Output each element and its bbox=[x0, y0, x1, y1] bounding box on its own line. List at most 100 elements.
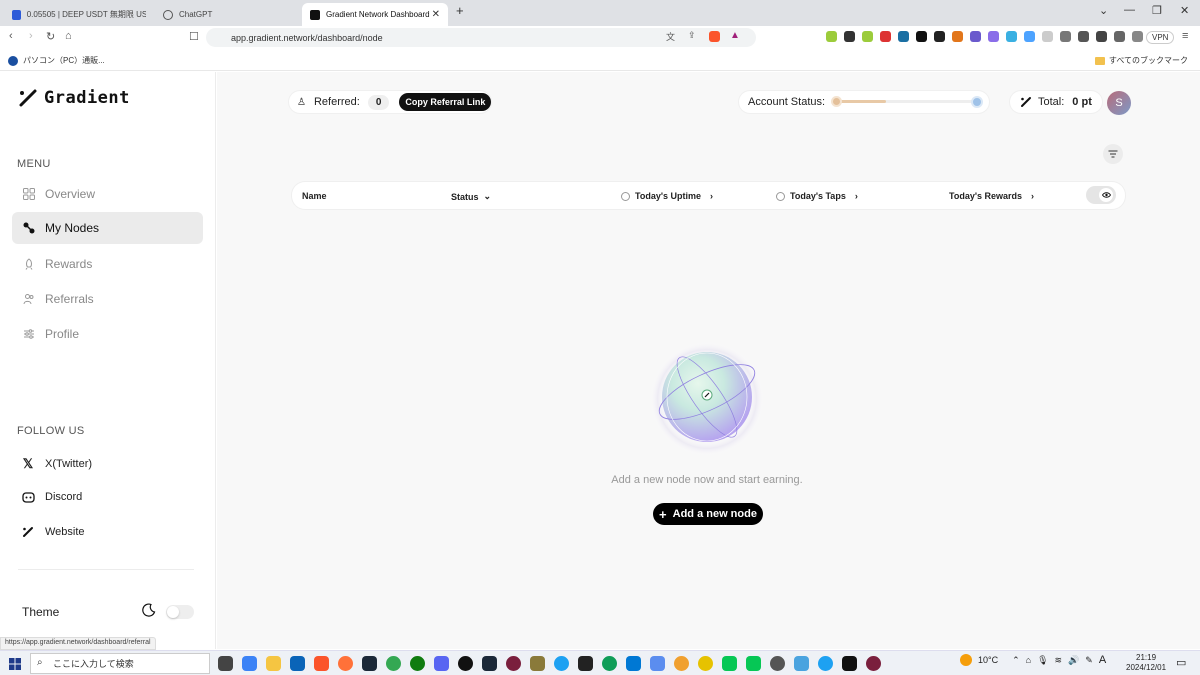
column-taps[interactable]: Today's Taps › bbox=[776, 191, 858, 201]
sidebar-item-my-nodes[interactable]: My Nodes bbox=[12, 212, 203, 244]
follow-twitter[interactable]: 𝕏 X(Twitter) bbox=[20, 456, 92, 472]
reload-icon[interactable]: ↻ bbox=[46, 30, 55, 43]
home-icon[interactable]: ⌂ bbox=[65, 30, 72, 42]
extension-icon[interactable] bbox=[1042, 31, 1053, 42]
extension-icon[interactable] bbox=[862, 31, 873, 42]
sidebar-item-referrals[interactable]: Referrals bbox=[12, 283, 203, 315]
app-icon[interactable] bbox=[458, 656, 473, 671]
media-icon[interactable] bbox=[1078, 31, 1089, 42]
column-uptime[interactable]: Today's Uptime › bbox=[621, 191, 713, 201]
firefox-icon[interactable] bbox=[338, 656, 353, 671]
wallet-icon[interactable] bbox=[1114, 31, 1125, 42]
translate-icon[interactable]: 文 bbox=[666, 30, 675, 43]
column-rewards[interactable]: Today's Rewards › bbox=[949, 191, 1034, 201]
app-icon[interactable] bbox=[506, 656, 521, 671]
steam-icon[interactable] bbox=[482, 656, 497, 671]
app-icon[interactable] bbox=[530, 656, 545, 671]
filter-button[interactable] bbox=[1103, 144, 1123, 164]
forward-icon[interactable]: › bbox=[29, 30, 33, 42]
menu-icon[interactable]: ≡ bbox=[1182, 30, 1188, 42]
extensions-puzzle-icon[interactable] bbox=[1060, 31, 1071, 42]
sidebar-item-profile[interactable]: Profile bbox=[12, 318, 203, 350]
chevron-up-icon[interactable]: ⌃ bbox=[1012, 655, 1020, 666]
app-icon[interactable] bbox=[866, 656, 881, 671]
bookmark-icon[interactable]: ☐ bbox=[189, 30, 199, 43]
extension-icon[interactable] bbox=[970, 31, 981, 42]
chrome-icon[interactable] bbox=[386, 656, 401, 671]
maximize-icon[interactable]: ❐ bbox=[1152, 4, 1162, 17]
brave-icon[interactable] bbox=[314, 656, 329, 671]
tab-gradient[interactable]: Gradient Network Dashboard ✕ bbox=[302, 3, 448, 26]
app-icon[interactable] bbox=[794, 656, 809, 671]
extension-icon[interactable] bbox=[880, 31, 891, 42]
copilot-icon[interactable] bbox=[242, 656, 257, 671]
steam-icon[interactable] bbox=[362, 656, 377, 671]
vpn-button[interactable]: VPN bbox=[1146, 31, 1175, 44]
sidebar-item-rewards[interactable]: Rewards bbox=[12, 248, 203, 280]
gradient-icon[interactable] bbox=[842, 656, 857, 671]
app-icon[interactable] bbox=[818, 656, 833, 671]
copy-referral-button[interactable]: Copy Referral Link bbox=[399, 93, 492, 111]
app-icon[interactable] bbox=[554, 656, 569, 671]
bookmark-item[interactable]: パソコン（PC）通販... bbox=[8, 55, 105, 66]
close-window-icon[interactable]: ✕ bbox=[1180, 4, 1189, 17]
extension-icon[interactable] bbox=[934, 31, 945, 42]
share-icon[interactable]: ⇪ bbox=[688, 30, 696, 41]
app-icon[interactable] bbox=[650, 656, 665, 671]
back-icon[interactable]: ‹ bbox=[9, 30, 13, 42]
tab-deep-usdt[interactable]: 0.05505 | DEEP USDT 無期限 USDT... bbox=[4, 3, 154, 26]
brave-rewards-icon[interactable]: ▲ bbox=[730, 30, 740, 41]
clock[interactable]: 21:19 2024/12/01 bbox=[1126, 653, 1166, 673]
extension-icon[interactable] bbox=[1006, 31, 1017, 42]
all-bookmarks[interactable]: すべてのブックマーク bbox=[1094, 55, 1188, 66]
ime-indicator[interactable]: A bbox=[1099, 654, 1106, 666]
extension-icon[interactable] bbox=[916, 31, 927, 42]
extension-icon[interactable] bbox=[844, 31, 855, 42]
volume-icon[interactable]: 🔊 bbox=[1068, 655, 1079, 666]
nvidia-icon[interactable] bbox=[578, 656, 593, 671]
logo[interactable]: Gradient bbox=[18, 88, 130, 108]
x-icon: 𝕏 bbox=[22, 456, 34, 471]
extension-icon[interactable] bbox=[1024, 31, 1035, 42]
mic-icon[interactable]: 🎙 bbox=[1037, 655, 1048, 666]
edge-icon[interactable] bbox=[602, 656, 617, 671]
theme-toggle[interactable] bbox=[166, 604, 194, 619]
extension-icon[interactable] bbox=[826, 31, 837, 42]
avatar[interactable]: S bbox=[1107, 91, 1131, 115]
column-status[interactable]: Status ⌄ bbox=[451, 191, 491, 202]
extension-icon[interactable] bbox=[898, 31, 909, 42]
windows-start-icon[interactable] bbox=[9, 657, 21, 675]
sidebar-item-overview[interactable]: Overview bbox=[12, 178, 203, 210]
line-icon[interactable] bbox=[722, 656, 737, 671]
sidebar-icon[interactable] bbox=[1096, 31, 1107, 42]
xbox-icon[interactable] bbox=[410, 656, 425, 671]
wifi-icon[interactable]: ≋ bbox=[1055, 655, 1063, 666]
outlook-icon[interactable] bbox=[290, 656, 305, 671]
follow-discord[interactable]: Discord bbox=[20, 491, 82, 503]
discord-icon[interactable] bbox=[434, 656, 449, 671]
minimize-icon[interactable]: — bbox=[1124, 4, 1135, 16]
settings-icon[interactable] bbox=[770, 656, 785, 671]
notification-icon[interactable]: ▭ bbox=[1176, 656, 1186, 669]
explorer-icon[interactable] bbox=[266, 656, 281, 671]
tab-chatgpt[interactable]: ChatGPT bbox=[155, 3, 300, 26]
metamask-icon[interactable] bbox=[952, 31, 963, 42]
app-icon[interactable] bbox=[698, 656, 713, 671]
visibility-toggle[interactable] bbox=[1086, 186, 1116, 204]
network-icon[interactable]: ⌂ bbox=[1026, 655, 1031, 665]
taskbar-search[interactable]: ⌕ ここに入力して検索 bbox=[30, 653, 210, 674]
pen-icon[interactable]: ✎ bbox=[1085, 655, 1093, 666]
task-view-icon[interactable] bbox=[218, 656, 233, 671]
follow-website[interactable]: Website bbox=[20, 526, 85, 538]
line-icon[interactable] bbox=[746, 656, 761, 671]
brave-shield-icon[interactable] bbox=[709, 31, 720, 42]
new-tab-icon[interactable]: + bbox=[456, 3, 464, 18]
add-node-button[interactable]: + Add a new node bbox=[653, 503, 763, 525]
tab-search-icon[interactable]: ⌄ bbox=[1099, 4, 1108, 17]
extension-icon[interactable] bbox=[988, 31, 999, 42]
app-icon[interactable] bbox=[626, 656, 641, 671]
close-tab-icon[interactable]: ✕ bbox=[432, 9, 440, 20]
app-icon[interactable] bbox=[674, 656, 689, 671]
weather-icon[interactable] bbox=[960, 654, 972, 666]
leo-icon[interactable] bbox=[1132, 31, 1143, 42]
